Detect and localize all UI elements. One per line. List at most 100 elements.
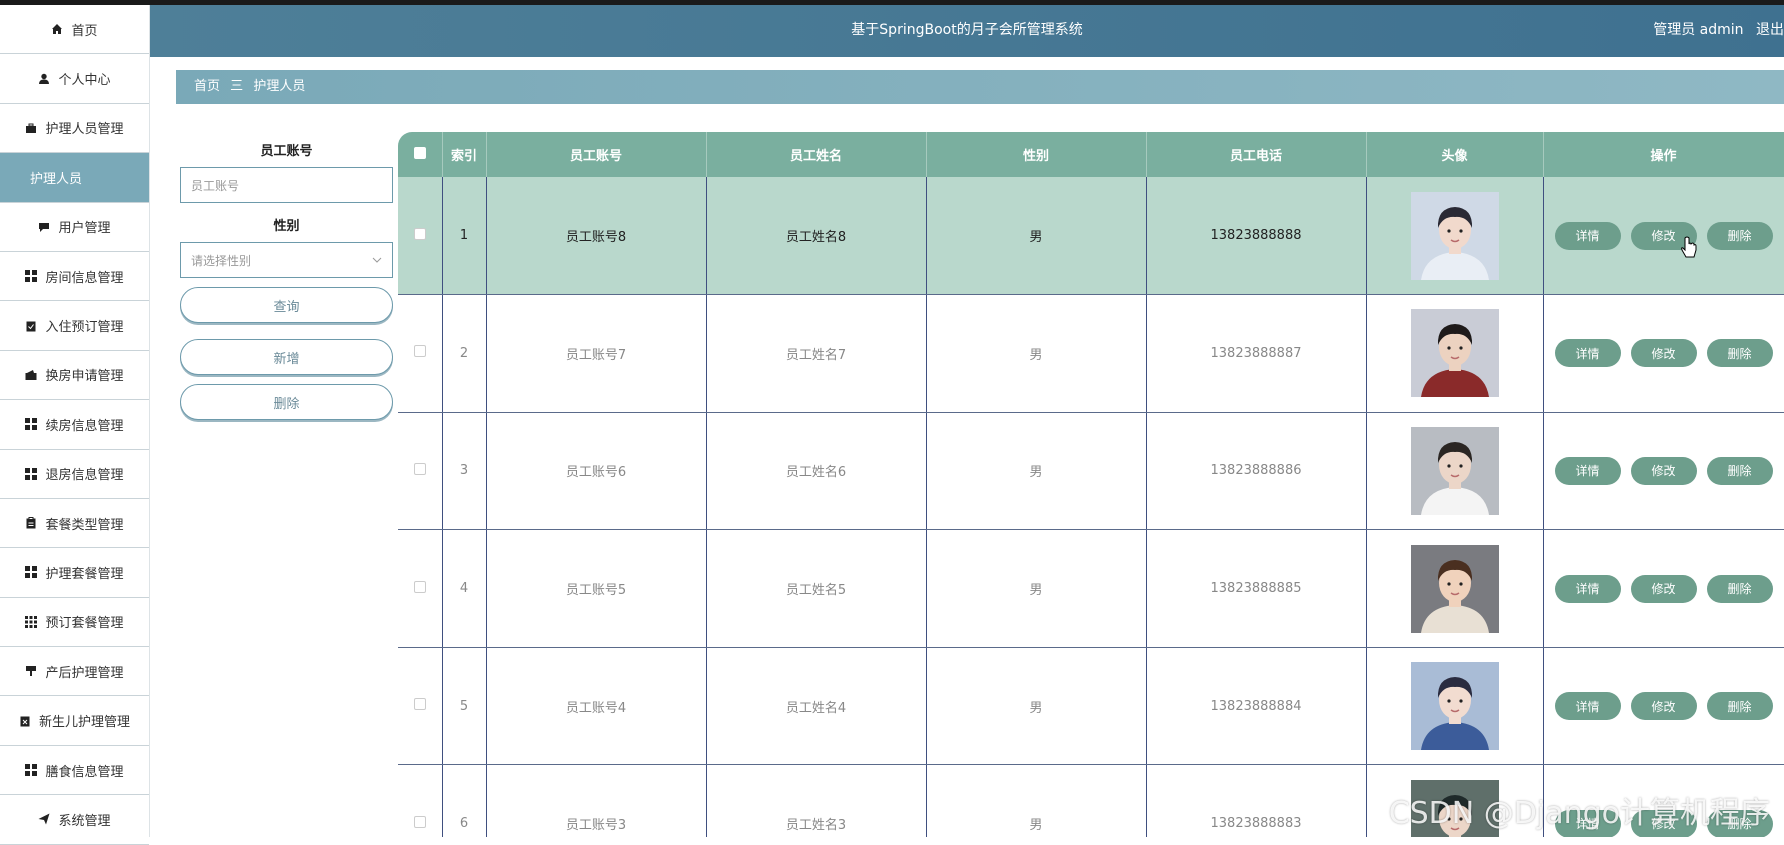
table-row[interactable]: 1 员工账号8 员工姓名8 男 13823888888 详情 修改 删除 — [398, 177, 1784, 296]
wallet-icon — [25, 369, 37, 381]
staff-table: 索引 员工账号 员工姓名 性别 员工电话 头像 操作 1 员工账号8 员工姓名8 男 1… — [398, 132, 1784, 837]
name-cell: 员工姓名4 — [706, 647, 927, 766]
account-label: 员工账号 — [260, 144, 313, 159]
clipboard-x-icon — [19, 715, 31, 727]
edit-button[interactable]: 修改 — [1630, 692, 1697, 721]
row-checkbox[interactable] — [413, 815, 426, 828]
grid-icon — [25, 566, 38, 579]
delete-button[interactable]: 删除 — [1706, 574, 1773, 603]
sidebar-item-label: 个人中心 — [58, 73, 111, 89]
avatar-cell — [1366, 647, 1544, 766]
account-cell: 员工账号6 — [486, 412, 707, 531]
gender-cell: 男 — [926, 647, 1147, 766]
index-cell: 5 — [442, 647, 487, 766]
edit-button[interactable]: 修改 — [1630, 574, 1697, 603]
sidebar-item-9[interactable]: 退房信息管理 — [0, 450, 149, 499]
avatar — [1410, 191, 1499, 280]
account-cell: 员工账号7 — [486, 294, 707, 413]
detail-button[interactable]: 详情 — [1554, 692, 1621, 721]
sidebar-item-4[interactable]: 用户管理 — [0, 203, 149, 252]
detail-button[interactable]: 详情 — [1554, 221, 1621, 250]
sidebar-item-label: 护理人员 — [30, 171, 83, 187]
logout-link[interactable]: 退出 — [1756, 22, 1784, 38]
edit-button[interactable]: 修改 — [1630, 339, 1697, 368]
delete-button[interactable]: 删除 — [1706, 221, 1773, 250]
filter-panel: 员工账号 员工账号 性别 请选择性别 查询 新增 删除 — [180, 140, 393, 420]
avatar-cell — [1366, 294, 1544, 413]
row-select-cell[interactable] — [398, 529, 443, 648]
table-row[interactable]: 4 员工账号5 员工姓名5 男 13823888885 详情 修改 删除 — [398, 529, 1784, 648]
row-select-cell[interactable] — [398, 294, 443, 413]
breadcrumb-home[interactable]: 首页 — [194, 79, 220, 94]
row-checkbox[interactable] — [413, 227, 426, 240]
chat-icon — [38, 221, 50, 233]
sidebar-item-11[interactable]: 护理套餐管理 — [0, 548, 149, 598]
row-select-cell[interactable] — [398, 412, 443, 531]
breadcrumb-current: 护理人员 — [253, 79, 306, 94]
sidebar-item-12[interactable]: 预订套餐管理 — [0, 598, 149, 648]
sidebar-item-label: 膳食信息管理 — [45, 764, 124, 780]
clipboard-check-icon — [25, 320, 37, 332]
sidebar-item-15[interactable]: 膳食信息管理 — [0, 746, 149, 796]
row-checkbox[interactable] — [413, 345, 426, 358]
batch-delete-button[interactable]: 删除 — [180, 384, 393, 420]
delete-button[interactable]: 删除 — [1706, 692, 1773, 721]
sidebar-item-14[interactable]: 新生儿护理管理 — [0, 696, 149, 746]
query-button[interactable]: 查询 — [180, 287, 393, 323]
gender-cell: 男 — [926, 529, 1147, 648]
select-all-cell[interactable] — [398, 132, 443, 177]
header-name: 员工姓名 — [706, 132, 927, 177]
sidebar-item-8[interactable]: 续房信息管理 — [0, 400, 149, 450]
account-cell: 员工账号3 — [486, 764, 707, 837]
actions-cell: 详情 修改 删除 — [1543, 294, 1784, 413]
row-actions: 详情 修改 删除 — [1544, 339, 1784, 368]
edit-button[interactable]: 修改 — [1630, 456, 1697, 485]
account-input[interactable]: 员工账号 — [180, 167, 393, 203]
header-avatar: 头像 — [1366, 132, 1544, 177]
table-row[interactable]: 2 员工账号7 员工姓名7 男 13823888887 详情 修改 删除 — [398, 294, 1784, 413]
row-checkbox[interactable] — [413, 462, 426, 475]
sidebar-item-0[interactable]: 首页 — [0, 5, 149, 55]
sidebar-item-label: 换房申请管理 — [45, 369, 124, 385]
gender-cell: 男 — [926, 412, 1147, 531]
index-cell: 4 — [442, 529, 487, 648]
header-gender: 性别 — [926, 132, 1147, 177]
sidebar-item-13[interactable]: 产后护理管理 — [0, 647, 149, 697]
sidebar-item-2[interactable]: 护理人员管理 — [0, 104, 149, 154]
sidebar-item-label: 预订套餐管理 — [45, 616, 124, 632]
row-checkbox[interactable] — [413, 698, 426, 711]
detail-button[interactable]: 详情 — [1554, 456, 1621, 485]
send-icon — [38, 813, 50, 825]
name-cell: 员工姓名5 — [706, 529, 927, 648]
row-select-cell[interactable] — [398, 177, 443, 296]
sidebar-item-16[interactable]: 系统管理 — [0, 795, 149, 845]
sidebar-item-5[interactable]: 房间信息管理 — [0, 252, 149, 302]
row-select-cell[interactable] — [398, 764, 443, 837]
phone-cell: 13823888886 — [1146, 412, 1367, 531]
account-cell: 员工账号8 — [486, 177, 707, 296]
name-cell: 员工姓名8 — [706, 177, 927, 296]
gender-cell: 男 — [926, 177, 1147, 296]
delete-button[interactable]: 删除 — [1706, 456, 1773, 485]
row-select-cell[interactable] — [398, 647, 443, 766]
detail-button[interactable]: 详情 — [1554, 574, 1621, 603]
brush-icon — [25, 665, 37, 677]
sidebar-item-7[interactable]: 换房申请管理 — [0, 351, 149, 401]
gender-select[interactable]: 请选择性别 — [180, 242, 393, 278]
delete-button[interactable]: 删除 — [1706, 339, 1773, 368]
grid9-icon — [25, 615, 38, 628]
table-row[interactable]: 5 员工账号4 员工姓名4 男 13823888884 详情 修改 删除 — [398, 647, 1784, 766]
account-cell: 员工账号4 — [486, 647, 707, 766]
chevron-down-icon — [372, 257, 382, 263]
detail-button[interactable]: 详情 — [1554, 339, 1621, 368]
table-row[interactable]: 3 员工账号6 员工姓名6 男 13823888886 详情 修改 删除 — [398, 412, 1784, 531]
row-checkbox[interactable] — [413, 580, 426, 593]
sidebar-item-6[interactable]: 入住预订管理 — [0, 301, 149, 351]
row-actions: 详情 修改 删除 — [1544, 221, 1784, 250]
sidebar-item-1[interactable]: 个人中心 — [0, 54, 149, 104]
sidebar-item-3[interactable]: 护理人员 — [0, 153, 149, 203]
index-cell: 2 — [442, 294, 487, 413]
sidebar-item-10[interactable]: 套餐类型管理 — [0, 499, 149, 549]
select-all-checkbox[interactable] — [413, 146, 426, 159]
add-button[interactable]: 新增 — [180, 339, 393, 375]
